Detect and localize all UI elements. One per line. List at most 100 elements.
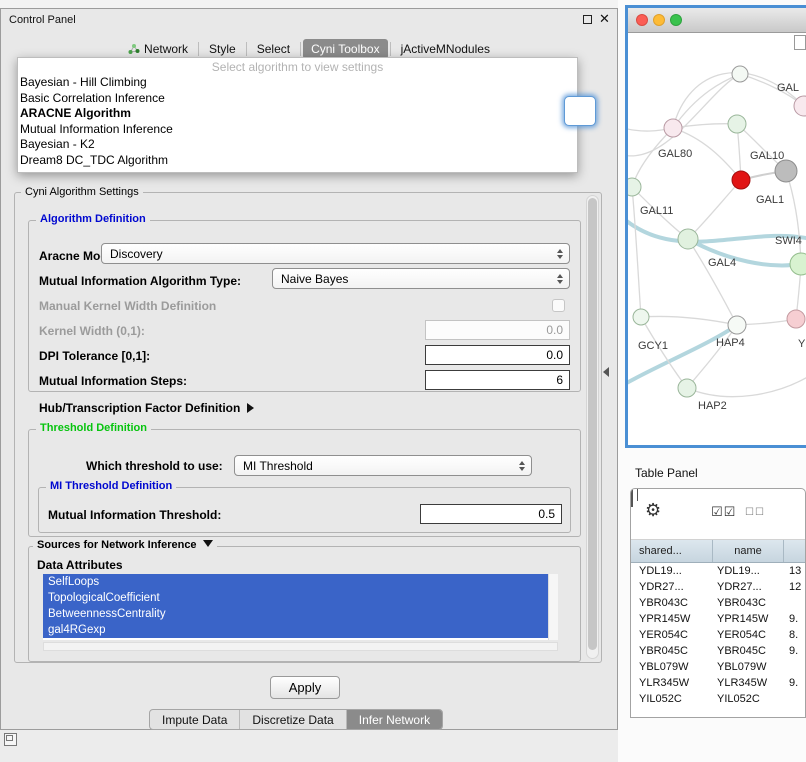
network-canvas[interactable]: GALGAL80GAL10GAL11GAL1SWI4GAL4GCY1HAP4HA… [628, 33, 806, 445]
table-body: YDL19...YDL19...13YDR27...YDR27...12YBR0… [631, 563, 805, 707]
deselect-all-boxes-icon[interactable]: ☐☐ [745, 507, 765, 518]
network-node[interactable] [790, 253, 806, 275]
algorithm-option[interactable]: ARACNE Algorithm [18, 106, 577, 122]
tab-style[interactable]: Style [201, 39, 244, 59]
apply-button[interactable]: Apply [270, 676, 340, 699]
attributes-horizontal-scrollbar[interactable] [43, 642, 558, 651]
collapsed-arrow-icon [247, 403, 254, 413]
table-cell: 13 [784, 565, 805, 577]
table-cell: YBR043C [631, 597, 713, 609]
algorithm-option[interactable]: Dream8 DC_TDC Algorithm [18, 153, 577, 169]
mi-type-label: Mutual Information Algorithm Type: [39, 274, 241, 288]
tab-separator [390, 42, 391, 56]
attribute-item[interactable]: gal4RGexp [43, 622, 548, 638]
minimize-traffic-light[interactable] [653, 14, 665, 26]
tab-network[interactable]: Network [120, 39, 196, 59]
gear-icon[interactable]: ⚙ [645, 500, 661, 521]
which-threshold-label: Which threshold to use: [86, 459, 223, 473]
node-label: SWI4 [775, 235, 802, 247]
settings-scrollbar-thumb[interactable] [588, 198, 597, 650]
table-cell: YLR345W [713, 677, 784, 689]
mi-threshold-field[interactable] [420, 504, 562, 524]
manual-kernel-checkbox[interactable] [552, 299, 565, 312]
tab-jactivemnodules[interactable]: jActiveMNodules [393, 39, 498, 59]
table-row[interactable]: YBR045CYBR045C9. [631, 643, 805, 659]
attribute-item[interactable]: TopologicalCoefficient [43, 590, 548, 606]
node-label: GCY1 [638, 340, 668, 352]
network-node[interactable] [775, 160, 797, 182]
network-node[interactable] [664, 119, 682, 137]
table-row[interactable]: YER054CYER054C8. [631, 627, 805, 643]
network-node[interactable] [728, 115, 746, 133]
select-all-checks-icon[interactable]: ☑☑ [711, 505, 736, 520]
algorithm-option[interactable]: Bayesian - K2 [18, 137, 577, 153]
node-label: GAL1 [756, 194, 784, 206]
close-traffic-light[interactable] [636, 14, 648, 26]
float-window-icon[interactable] [583, 15, 592, 24]
table-row[interactable]: YLR345WYLR345W9. [631, 675, 805, 691]
tab-select[interactable]: Select [249, 39, 298, 59]
network-node[interactable] [732, 171, 750, 189]
algorithm-option-list: Bayesian - Hill ClimbingBasic Correlatio… [18, 75, 577, 168]
network-node[interactable] [728, 316, 746, 334]
canvas-corner-widget[interactable] [794, 35, 806, 50]
network-node[interactable] [678, 229, 698, 249]
attributes-vertical-scrollbar[interactable] [548, 574, 558, 640]
algorithm-option[interactable]: Bayesian - Hill Climbing [18, 75, 577, 91]
tab-separator [198, 42, 199, 56]
hub-section-toggle[interactable]: Hub/Transcription Factor Definition [39, 401, 254, 415]
column-header-shared[interactable]: shared... [631, 540, 713, 562]
network-node[interactable] [628, 178, 641, 196]
column-header-extra[interactable] [784, 540, 805, 562]
network-window-titlebar[interactable] [628, 8, 806, 33]
node-label: GAL10 [750, 150, 784, 162]
mi-type-select[interactable]: Naive Bayes [272, 268, 570, 289]
manual-kernel-label: Manual Kernel Width Definition [39, 299, 216, 313]
panel-collapse-handle[interactable] [603, 367, 609, 377]
network-node[interactable] [678, 379, 696, 397]
attribute-item[interactable]: BetweennessCentrality [43, 606, 548, 622]
tab-infer-network[interactable]: Infer Network [346, 710, 442, 729]
tab-separator [246, 42, 247, 56]
table-row[interactable]: YPR145WYPR145W9. [631, 611, 805, 627]
sources-section-label: Sources for Network Inference [37, 539, 197, 551]
dpi-tolerance-field[interactable] [425, 345, 570, 365]
node-label: GAL4 [708, 257, 736, 269]
kernel-width-field[interactable] [425, 320, 570, 340]
tab-discretize-data[interactable]: Discretize Data [239, 710, 345, 729]
table-row[interactable]: YDL19...YDL19...13 [631, 563, 805, 579]
network-node[interactable] [732, 66, 748, 82]
zoom-traffic-light[interactable] [670, 14, 682, 26]
table-cell: YIL052C [713, 693, 784, 705]
attribute-item[interactable]: SelfLoops [43, 574, 548, 590]
table-row[interactable]: YDR27...YDR27...12 [631, 579, 805, 595]
network-edge [687, 375, 806, 397]
mi-steps-field[interactable] [425, 370, 570, 390]
table-cell: YBR045C [713, 645, 784, 657]
algorithm-option[interactable]: Basic Correlation Inference [18, 91, 577, 107]
bottom-tabs: Impute DataDiscretize DataInfer Network [149, 709, 443, 730]
table-row[interactable]: YBL079WYBL079W [631, 659, 805, 675]
close-icon[interactable]: ✕ [599, 11, 610, 27]
column-header-name[interactable]: name [713, 540, 784, 562]
tab-impute-data[interactable]: Impute Data [150, 710, 239, 729]
tab-cyni-toolbox[interactable]: Cyni Toolbox [303, 39, 387, 59]
docked-panel-icon[interactable] [4, 733, 17, 746]
algorithm-option[interactable]: Mutual Information Inference [18, 122, 577, 138]
aracne-mode-select[interactable]: Discovery [101, 243, 570, 264]
table-toolbar: ⚙ ☑☑ ☐☐ [631, 489, 805, 540]
columns-icon[interactable] [631, 488, 633, 507]
node-label: GAL80 [658, 148, 692, 160]
algorithm-action-button[interactable] [564, 96, 596, 126]
network-node[interactable] [633, 309, 649, 325]
network-node[interactable] [787, 310, 805, 328]
table-row[interactable]: YIL052CYIL052C [631, 691, 805, 707]
which-threshold-select[interactable]: MI Threshold [234, 455, 532, 476]
settings-scrollbar[interactable] [586, 195, 599, 659]
table-row[interactable]: YBR043CYBR043C [631, 595, 805, 611]
table-cell: YDR27... [631, 581, 713, 593]
sources-section-toggle[interactable]: Sources for Network Inference [33, 539, 217, 551]
cyni-settings-group-title: Cyni Algorithm Settings [21, 186, 143, 198]
algorithm-placeholder: Select algorithm to view settings [18, 59, 577, 75]
data-attributes-list: SelfLoopsTopologicalCoefficientBetweenne… [43, 574, 548, 640]
